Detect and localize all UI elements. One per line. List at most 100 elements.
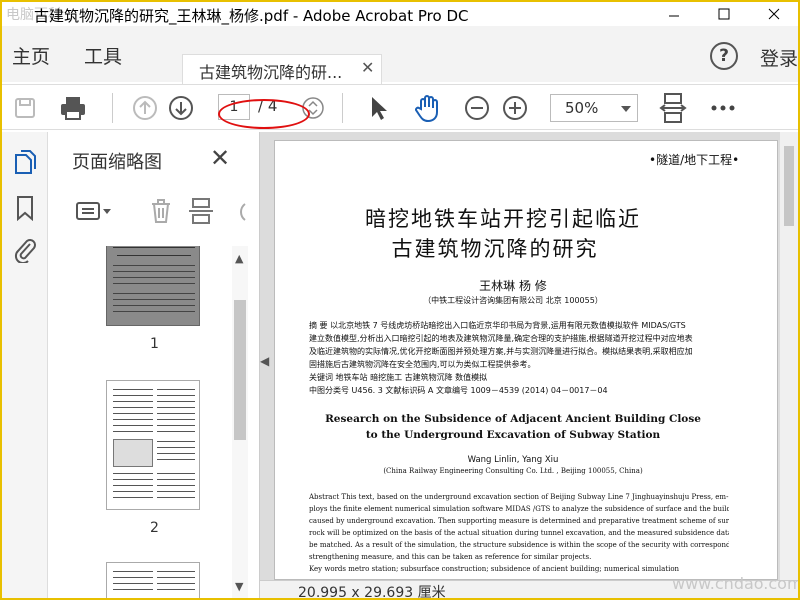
hand-icon	[415, 95, 438, 123]
pdf-page: •隧道/地下工程• 暗挖地铁车站开挖引起临近 古建筑物沉降的研究 王林琳 杨 修…	[274, 140, 778, 580]
window-title: 古建筑物沉降的研究_王林琳_杨修.pdf - Adobe Acrobat Pro…	[34, 7, 469, 25]
abstract-line: 固措施后古建筑物沉降在安全范围内,可以为类似工程提供参考。	[309, 360, 536, 369]
trash-icon	[152, 199, 170, 223]
tab-close-icon[interactable]: ✕	[361, 58, 374, 77]
help-button[interactable]: ?	[710, 42, 738, 70]
rotate-page-button[interactable]	[224, 196, 254, 226]
zoom-out-button[interactable]	[462, 93, 492, 123]
arrow-down-circle-icon	[169, 96, 193, 120]
maximize-button[interactable]	[702, 2, 746, 26]
delete-page-button[interactable]	[146, 196, 176, 226]
thumbnail-label-2: 2	[150, 520, 159, 536]
panel-title: 页面缩略图	[72, 152, 162, 173]
scroll-thumb[interactable]	[234, 300, 246, 440]
zoom-in-icon	[503, 96, 527, 120]
zoom-out-icon	[465, 96, 489, 120]
document-tab[interactable]: 古建筑物沉降的研... ✕	[182, 54, 382, 84]
en-abstract-line: rock will be optimized on the basis of t…	[309, 529, 729, 537]
abstract-line: 及临近建筑物的实际情况,优化开挖断面图并预处理方案,并与实测沉降量进行拟合。模拟…	[309, 347, 693, 356]
bookmarks-button[interactable]	[11, 194, 39, 222]
pages-icon	[15, 150, 36, 174]
caret-down-icon	[621, 106, 631, 112]
panel-close-icon[interactable]: ✕	[210, 144, 230, 172]
page-size-readout: 20.995 x 29.693 厘米	[298, 585, 446, 600]
doc-affiliation: （中铁工程设计咨询集团有限公司 北京 100055）	[423, 296, 603, 305]
page-thumbnail-1[interactable]	[106, 246, 200, 326]
en-abstract-line: Abstract This text, based on the undergr…	[309, 493, 729, 501]
doc-english-authors: Wang Linlin, Yang Xiu	[467, 455, 559, 465]
keywords-line: 关键词 地铁车站 暗挖施工 古建筑物沉降 数值模拟	[309, 373, 488, 382]
panel-toolbar	[48, 188, 260, 238]
abstract-line: 摘 要 以北京地铁 7 号线虎坊桥站暗挖出入口临近京华印书局为背景,运用有限元数…	[309, 321, 686, 330]
thumbnail-list: 1 2	[48, 246, 248, 598]
rotate-icon	[240, 203, 246, 221]
en-abstract-line: strengthening measure, and this can be t…	[309, 553, 592, 561]
en-keywords-line: Key words metro station; subsurface cons…	[309, 565, 680, 573]
close-icon	[768, 8, 780, 20]
cursor-arrow-icon	[372, 97, 387, 120]
scroll-down-icon[interactable]: ▼	[235, 580, 243, 593]
options-menu-icon	[76, 202, 111, 220]
printer-icon	[61, 97, 85, 120]
fit-page-button[interactable]	[658, 93, 688, 123]
menu-tools[interactable]: 工具	[84, 42, 122, 69]
doc-abstract-cn: 摘 要 以北京地铁 7 号线虎坊桥站暗挖出入口临近京华印书局为背景,运用有限元数…	[309, 319, 729, 397]
maximize-icon	[718, 8, 730, 20]
annotation-circle	[218, 99, 310, 129]
hand-tool-button[interactable]	[414, 93, 444, 123]
thumbnail-options-button[interactable]	[74, 196, 114, 226]
left-nav-rail	[2, 132, 48, 598]
scroll-up-icon[interactable]: ▲	[235, 252, 243, 265]
doc-title-line1: 暗挖地铁车站开挖引起临近	[365, 207, 641, 231]
page-thumbnail-3[interactable]	[106, 562, 200, 598]
en-abstract-line: caused by underground excavation. Then s…	[309, 517, 729, 525]
login-button[interactable]: 登录	[760, 44, 798, 71]
thumbnail-scrollbar[interactable]: ▲ ▼	[232, 246, 248, 598]
abstract-line: 建立数值模型,分析出入口暗挖引起的地表及建筑物沉降量,确定合理的支护措施,根据隧…	[309, 334, 693, 343]
minimize-button[interactable]	[652, 2, 696, 26]
arrow-up-circle-icon	[133, 96, 157, 120]
page-thumbnails-button[interactable]	[11, 148, 39, 176]
thumbnails-panel: 页面缩略图 ✕ 1 2 ▲ ▼	[48, 132, 260, 598]
doc-english-title: Research on the Subsidence of Adjacent A…	[275, 411, 751, 443]
menu-home[interactable]: 主页	[12, 42, 50, 69]
select-tool-button[interactable]	[364, 93, 394, 123]
split-page-icon	[189, 198, 213, 224]
attachments-button[interactable]	[11, 236, 39, 264]
thumbnail-label-1: 1	[150, 336, 159, 352]
document-tab-label: 古建筑物沉降的研...	[199, 63, 343, 82]
page-thumbnail-2[interactable]	[106, 380, 200, 510]
close-window-button[interactable]	[752, 2, 796, 26]
english-title-line2: to the Underground Excavation of Subway …	[365, 429, 661, 441]
more-dots-icon	[711, 105, 735, 111]
paperclip-icon	[14, 239, 36, 263]
zoom-value: 50%	[565, 99, 599, 117]
title-bar: 电脑百科 古建筑物沉降的研究_王林琳_杨修.pdf - Adobe Acroba…	[2, 2, 798, 26]
bookmark-icon	[17, 196, 33, 221]
zoom-in-button[interactable]	[500, 93, 530, 123]
minimize-icon	[669, 15, 679, 17]
document-view: ◀ •隧道/地下工程• 暗挖地铁车站开挖引起临近 古建筑物沉降的研究 王林琳 杨…	[260, 132, 798, 580]
print-button[interactable]	[58, 93, 88, 123]
english-title-line1: Research on the Subsidence of Adjacent A…	[325, 413, 701, 425]
document-scroll-thumb[interactable]	[784, 146, 794, 226]
more-tools-button[interactable]	[708, 93, 738, 123]
previous-page-button[interactable]	[130, 93, 160, 123]
doc-title-line2: 古建筑物沉降的研究	[391, 237, 599, 261]
doc-authors: 王林琳 杨 修	[479, 279, 547, 293]
save-button[interactable]	[10, 93, 40, 123]
en-abstract-line: be matched. As a result of the simulatio…	[309, 541, 729, 549]
doc-english-affiliation: (China Railway Engineering Consulting Co…	[383, 467, 643, 475]
menu-bar: 主页 工具 古建筑物沉降的研... ✕	[2, 26, 798, 84]
fit-width-icon	[659, 93, 687, 123]
doc-abstract-en: Abstract This text, based on the undergr…	[309, 491, 729, 575]
zoom-dropdown[interactable]: 50%	[550, 94, 638, 122]
main-toolbar: 1 / 4 50%	[2, 84, 798, 130]
en-abstract-line: ploys the finite element numerical simul…	[309, 505, 729, 513]
document-scrollbar[interactable]	[780, 132, 798, 580]
extract-pages-button[interactable]	[186, 196, 216, 226]
watermark-bottom: www.cndao.com	[672, 574, 800, 593]
next-page-button[interactable]	[166, 93, 196, 123]
doc-section-label: •隧道/地下工程•	[649, 153, 740, 167]
collapse-panel-icon[interactable]: ◀	[260, 354, 269, 368]
